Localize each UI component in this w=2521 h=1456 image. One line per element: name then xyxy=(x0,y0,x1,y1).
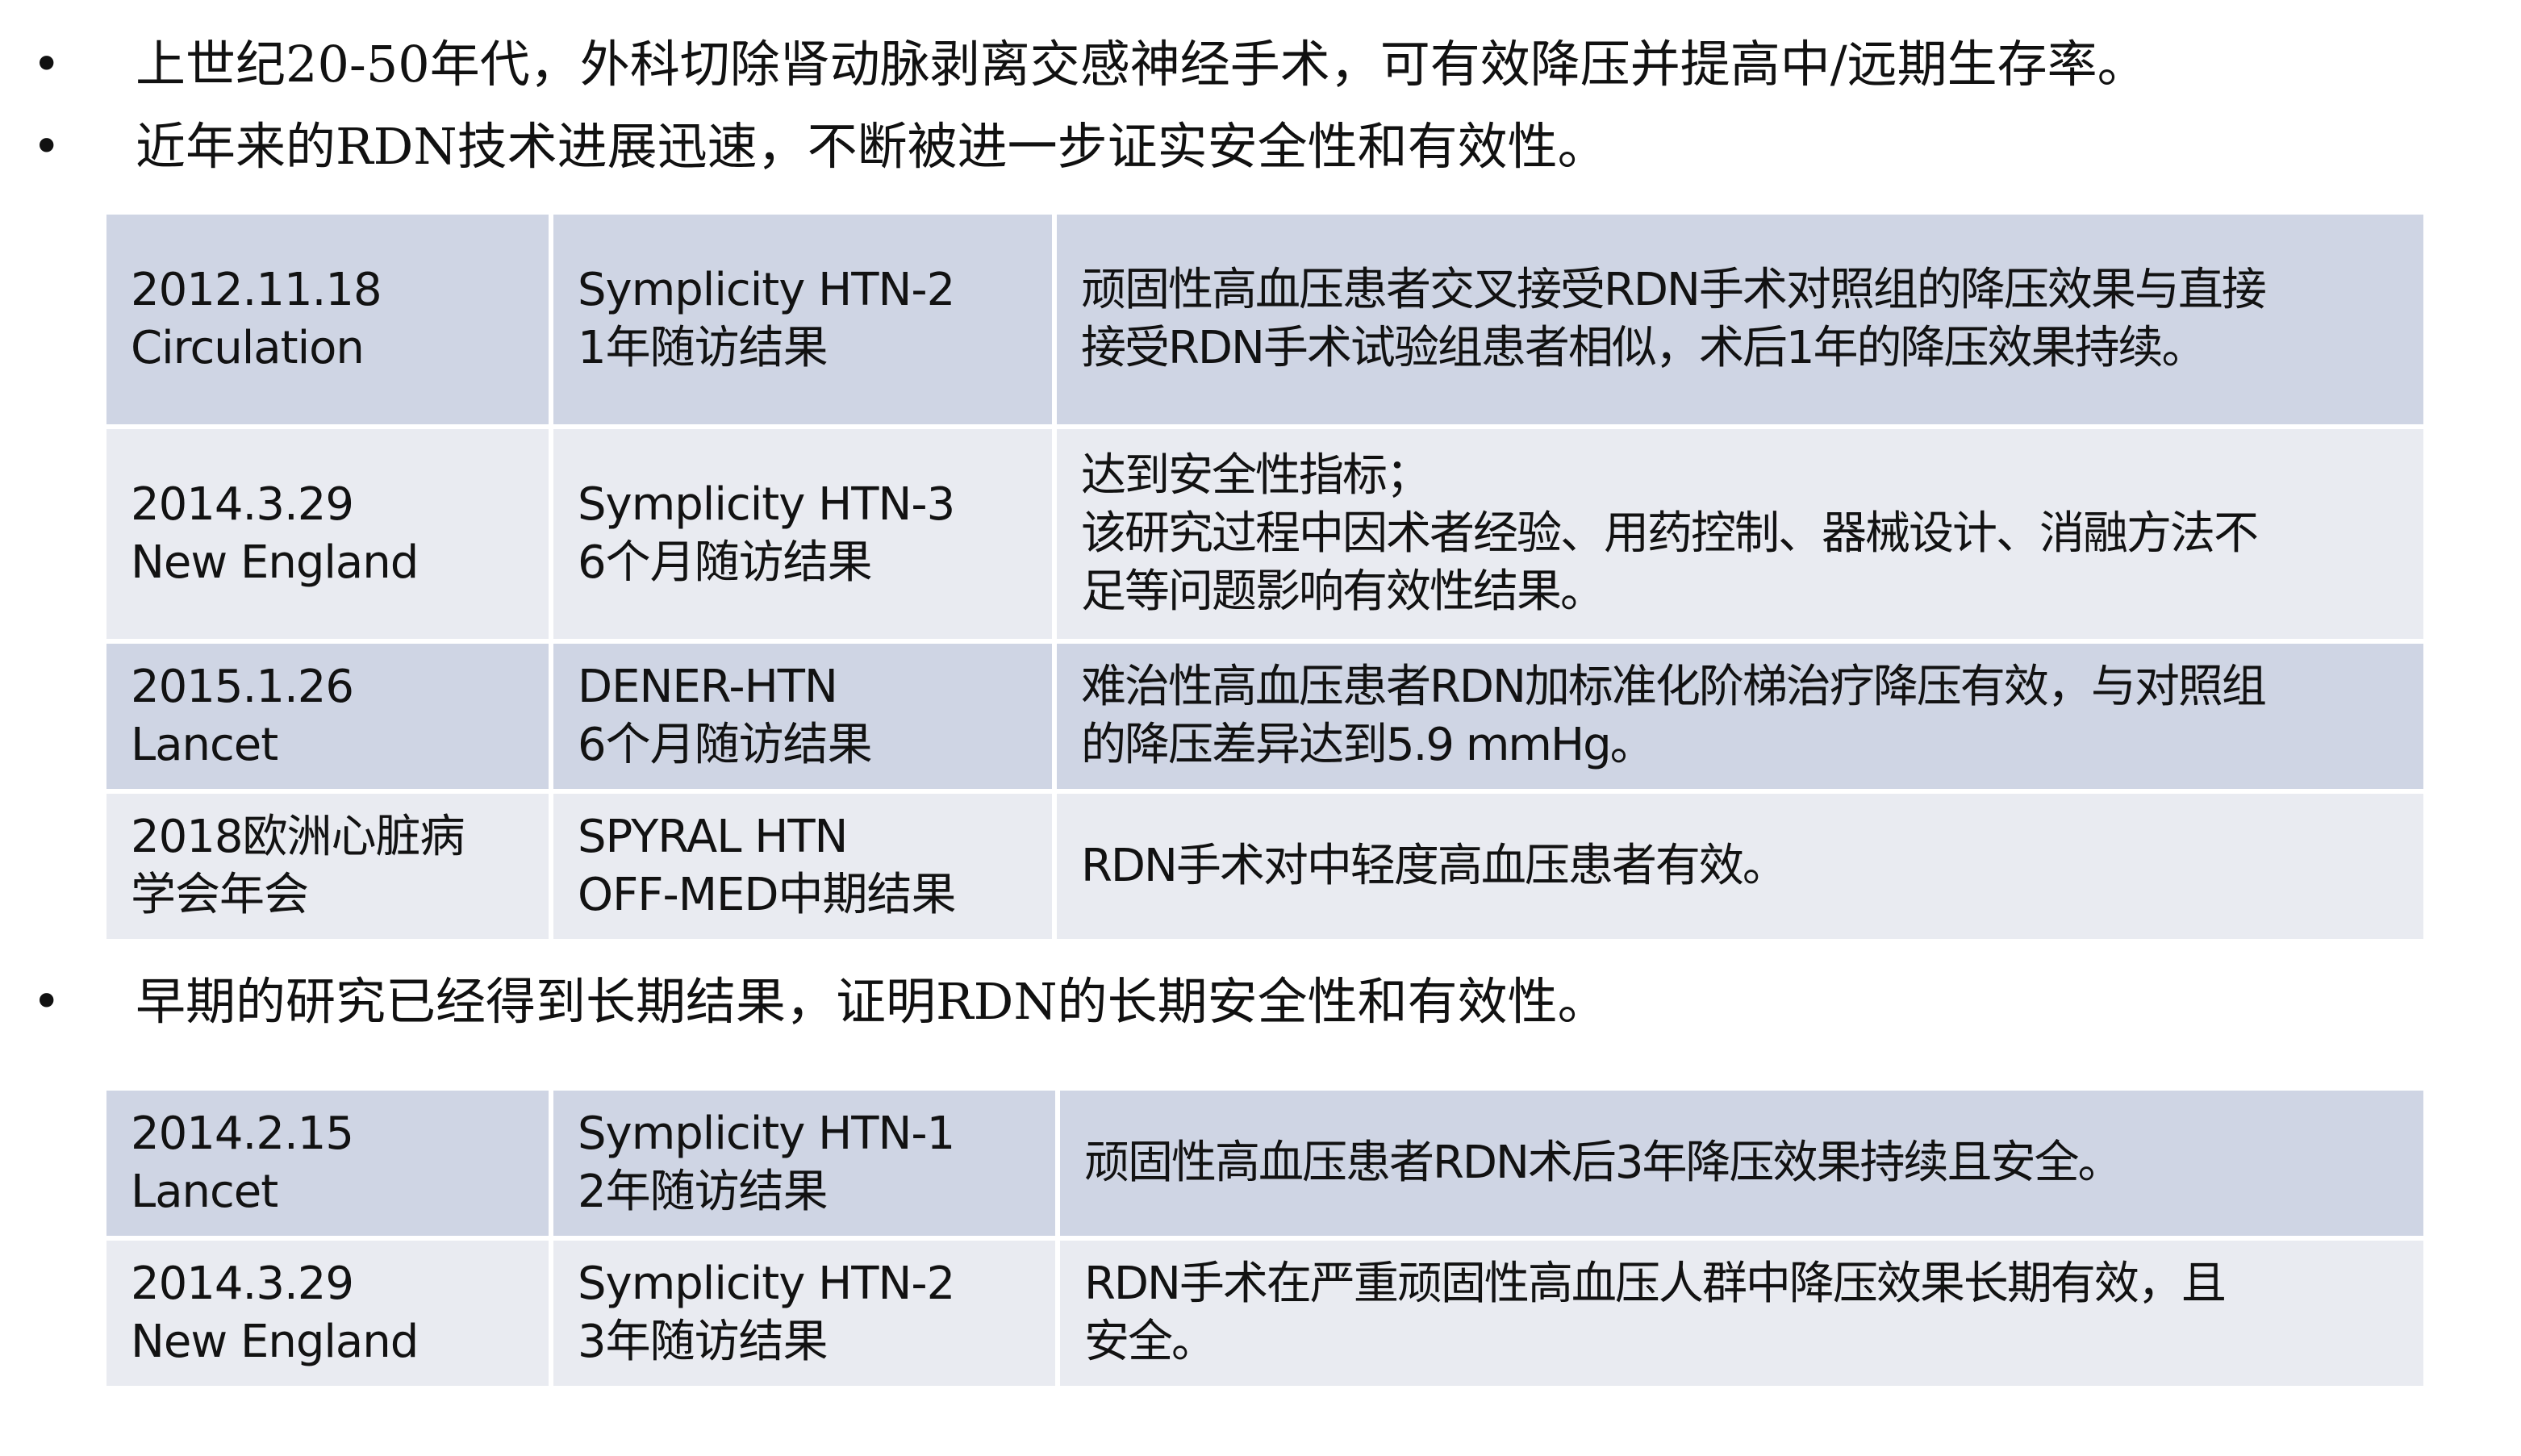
cell-line: 2014.3.29 xyxy=(131,478,354,532)
cell-line: 3年随访结果 xyxy=(578,1316,829,1368)
cell-line: Symplicity HTN-2 xyxy=(578,264,955,317)
cell-line: 1年随访结果 xyxy=(578,322,829,374)
cell-line: OFF-MED中期结果 xyxy=(578,869,957,921)
result-cell: 达到安全性指标； 该研究过程中因术者经验、用药控制、器械设计、消融方法不 足等问… xyxy=(1052,424,2428,644)
cell-line: 2015.1.26 xyxy=(131,661,354,714)
table-row: 2014.3.29 New England Symplicity HTN-2 3… xyxy=(102,1236,2428,1391)
cell-line: 6个月随访结果 xyxy=(578,536,873,589)
cell-line: 的降压差异达到5.9 mmHg。 xyxy=(1081,719,1655,771)
cell-line: 学会年会 xyxy=(131,869,309,921)
bullet-item-2: • 近年来的RDN技术进展迅速，不断被进一步证实安全性和有效性。 xyxy=(32,110,1608,184)
long-term-results-table: 2014.2.15 Lancet Symplicity HTN-1 2年随访结果… xyxy=(102,1086,2428,1391)
cell-line: 2018欧洲心脏病 xyxy=(131,811,465,864)
date-cell: 2014.3.29 New England xyxy=(102,1236,553,1391)
bullet-text-2: 近年来的RDN技术进展迅速，不断被进一步证实安全性和有效性。 xyxy=(136,117,1608,176)
bullet-item-3: • 早期的研究已经得到长期结果，证明RDN的长期安全性和有效性。 xyxy=(32,965,1608,1039)
cell-line: New England xyxy=(131,1316,419,1368)
date-cell: 2014.3.29 New England xyxy=(102,424,553,644)
cell-line: Symplicity HTN-3 xyxy=(578,478,955,532)
bullet-item-1: • 上世纪20-50年代，外科切除肾动脉剥离交感神经手术，可有效降压并提高中/远… xyxy=(32,27,2147,102)
bullet-symbol: • xyxy=(32,974,61,1030)
date-cell: 2015.1.26 Lancet xyxy=(102,639,553,794)
study-cell: Symplicity HTN-1 2年随访结果 xyxy=(549,1086,1060,1241)
table-row: 2012.11.18 Circulation Symplicity HTN-2 … xyxy=(102,210,2428,429)
bullet-text-1: 上世纪20-50年代，外科切除肾动脉剥离交感神经手术，可有效降压并提高中/远期生… xyxy=(136,35,2147,94)
table-row: 2014.3.29 New England Symplicity HTN-3 6… xyxy=(102,424,2428,644)
bullet-symbol: • xyxy=(32,36,61,93)
table-row: 2015.1.26 Lancet DENER-HTN 6个月随访结果 难治性高血… xyxy=(102,639,2428,794)
cell-line: 2012.11.18 xyxy=(131,264,382,317)
cell-line: 顽固性高血压患者RDN术后3年降压效果持续且安全。 xyxy=(1084,1137,2123,1190)
clinical-trials-table: 2012.11.18 Circulation Symplicity HTN-2 … xyxy=(102,210,2428,944)
cell-line: RDN手术对中轻度高血压患者有效。 xyxy=(1081,840,1788,893)
cell-line: RDN手术在严重顽固性高血压人群中降压效果长期有效，且 xyxy=(1084,1258,2227,1311)
result-cell: 顽固性高血压患者交叉接受RDN手术对照组的降压效果与直接 接受RDN手术试验组患… xyxy=(1052,210,2428,429)
cell-line: Symplicity HTN-1 xyxy=(578,1108,955,1161)
cell-line: 该研究过程中因术者经验、用药控制、器械设计、消融方法不 xyxy=(1081,507,2259,561)
cell-line: 2014.2.15 xyxy=(131,1108,354,1161)
cell-line: 顽固性高血压患者交叉接受RDN手术对照组的降压效果与直接 xyxy=(1081,264,2267,317)
result-cell: 难治性高血压患者RDN加标准化阶梯治疗降压有效，与对照组 的降压差异达到5.9 … xyxy=(1052,639,2428,794)
cell-line: 2年随访结果 xyxy=(578,1166,829,1218)
study-cell: Symplicity HTN-3 6个月随访结果 xyxy=(549,424,1057,644)
cell-line: 足等问题影响有效性结果。 xyxy=(1081,565,1605,618)
table-row: 2018欧洲心脏病 学会年会 SPYRAL HTN OFF-MED中期结果 RD… xyxy=(102,789,2428,944)
cell-line: 接受RDN手术试验组患者相似，术后1年的降压效果持续。 xyxy=(1081,322,2207,374)
result-cell: RDN手术在严重顽固性高血压人群中降压效果长期有效，且 安全。 xyxy=(1055,1236,2428,1391)
cell-line: 达到安全性指标； xyxy=(1081,449,1431,503)
study-cell: Symplicity HTN-2 1年随访结果 xyxy=(549,210,1057,429)
study-cell: SPYRAL HTN OFF-MED中期结果 xyxy=(549,789,1057,944)
cell-line: New England xyxy=(131,536,419,589)
date-cell: 2014.2.15 Lancet xyxy=(102,1086,553,1241)
study-cell: DENER-HTN 6个月随访结果 xyxy=(549,639,1057,794)
cell-line: DENER-HTN xyxy=(578,661,838,714)
cell-line: Lancet xyxy=(131,719,278,771)
study-cell: Symplicity HTN-2 3年随访结果 xyxy=(549,1236,1060,1391)
cell-line: Circulation xyxy=(131,322,365,374)
cell-line: 2014.3.29 xyxy=(131,1258,354,1311)
bullet-symbol: • xyxy=(32,119,61,175)
date-cell: 2012.11.18 Circulation xyxy=(102,210,553,429)
cell-line: 安全。 xyxy=(1084,1316,1217,1368)
cell-line: Symplicity HTN-2 xyxy=(578,1258,955,1311)
cell-line: 6个月随访结果 xyxy=(578,719,873,771)
bullet-text-3: 早期的研究已经得到长期结果，证明RDN的长期安全性和有效性。 xyxy=(136,972,1608,1031)
cell-line: Lancet xyxy=(131,1166,278,1218)
result-cell: 顽固性高血压患者RDN术后3年降压效果持续且安全。 xyxy=(1055,1086,2428,1241)
cell-line: 难治性高血压患者RDN加标准化阶梯治疗降压有效，与对照组 xyxy=(1081,661,2267,714)
table-row: 2014.2.15 Lancet Symplicity HTN-1 2年随访结果… xyxy=(102,1086,2428,1241)
result-cell: RDN手术对中轻度高血压患者有效。 xyxy=(1052,789,2428,944)
date-cell: 2018欧洲心脏病 学会年会 xyxy=(102,789,553,944)
cell-line: SPYRAL HTN xyxy=(578,811,848,864)
